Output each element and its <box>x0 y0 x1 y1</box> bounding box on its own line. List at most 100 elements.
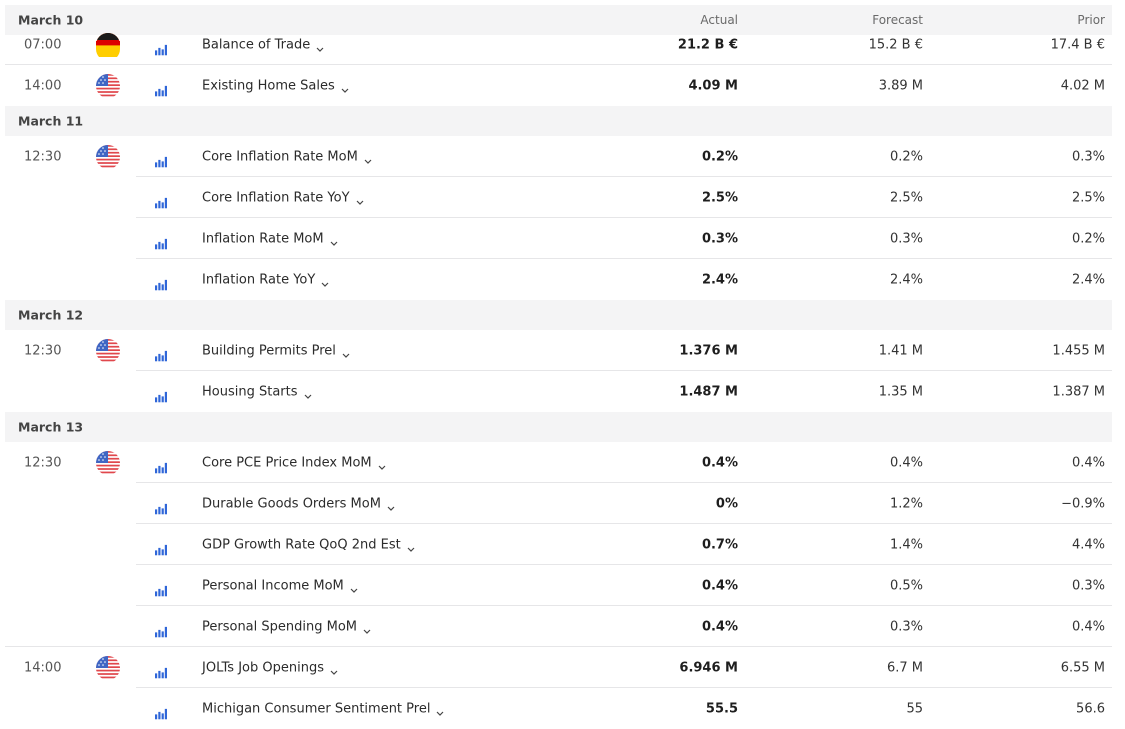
event-name-link[interactable]: Building Permits Prel <box>202 343 350 358</box>
day-header: March 11 <box>5 106 1112 136</box>
chevron-down-icon[interactable] <box>330 236 338 246</box>
event-prior: 0.4% <box>1071 619 1105 634</box>
chevron-down-icon[interactable] <box>387 501 395 511</box>
event-actual: 21.2 B € <box>677 37 738 52</box>
bar-chart-icon[interactable] <box>155 346 167 361</box>
event-row[interactable]: 12:30 Core PCE Price Index MoM 0.4% 0.4% 0.4… <box>5 442 1112 483</box>
event-forecast: 3.89 M <box>878 78 923 93</box>
day-date: March 11 <box>18 113 84 129</box>
event-time: 14:00 <box>24 78 62 93</box>
event-name: Existing Home Sales <box>202 78 335 93</box>
event-name-link[interactable]: Personal Income MoM <box>202 578 358 593</box>
event-name: Michigan Consumer Sentiment Prel <box>202 701 431 716</box>
event-name-link[interactable]: Durable Goods Orders MoM <box>202 496 395 511</box>
event-name-link[interactable]: JOLTs Job Openings <box>202 660 338 675</box>
event-name-link[interactable]: Inflation Rate MoM <box>202 231 338 246</box>
chevron-down-icon[interactable] <box>304 389 312 399</box>
event-name-link[interactable]: Personal Spending MoM <box>202 619 371 634</box>
event-forecast: 15.2 B € <box>868 37 923 52</box>
event-row[interactable]: GDP Growth Rate QoQ 2nd Est 0.7% 1.4% 4.4% <box>5 524 1112 565</box>
event-time: 12:30 <box>24 149 62 164</box>
chevron-down-icon[interactable] <box>436 706 444 716</box>
bar-chart-icon[interactable] <box>155 40 167 55</box>
germany-flag-icon <box>96 32 120 61</box>
event-forecast: 0.5% <box>889 578 923 593</box>
event-row[interactable]: Housing Starts 1.487 M 1.35 M 1.387 M <box>5 371 1112 412</box>
event-actual: 0.4% <box>701 578 738 593</box>
chevron-down-icon[interactable] <box>330 665 338 675</box>
event-prior: −0.9% <box>1061 496 1105 511</box>
event-name: GDP Growth Rate QoQ 2nd Est <box>202 537 401 552</box>
event-prior: 2.5% <box>1071 190 1105 205</box>
event-name-link[interactable]: Housing Starts <box>202 384 312 399</box>
event-actual: 4.09 M <box>688 78 738 93</box>
event-actual: 0.2% <box>701 149 738 164</box>
chevron-down-icon[interactable] <box>364 154 372 164</box>
chevron-down-icon[interactable] <box>407 542 415 552</box>
chevron-down-icon[interactable] <box>341 83 349 93</box>
chevron-down-icon[interactable] <box>316 42 324 52</box>
bar-chart-icon[interactable] <box>155 152 167 167</box>
chevron-down-icon[interactable] <box>378 460 386 470</box>
chevron-down-icon[interactable] <box>350 583 358 593</box>
usa-flag-icon <box>96 338 120 363</box>
bar-chart-icon[interactable] <box>155 663 167 678</box>
event-name: Inflation Rate YoY <box>202 272 316 287</box>
event-row[interactable]: 14:00 Existing Home Sales 4.09 M 3.89 M 4.02… <box>5 65 1112 106</box>
event-name-link[interactable]: Core PCE Price Index MoM <box>202 455 386 470</box>
event-row[interactable]: Personal Spending MoM 0.4% 0.3% 0.4% <box>5 606 1112 647</box>
event-name-link[interactable]: Balance of Trade <box>202 37 324 52</box>
event-name-link[interactable]: Michigan Consumer Sentiment Prel <box>202 701 444 716</box>
event-row[interactable]: Core Inflation Rate YoY 2.5% 2.5% 2.5% <box>5 177 1112 218</box>
bar-chart-icon[interactable] <box>155 275 167 290</box>
event-row[interactable]: Michigan Consumer Sentiment Prel 55.5 55 56… <box>5 688 1112 729</box>
bar-chart-icon[interactable] <box>155 622 167 637</box>
bar-chart-icon[interactable] <box>155 540 167 555</box>
event-actual: 0.3% <box>701 231 738 246</box>
event-prior: 4.4% <box>1071 537 1105 552</box>
event-prior: 4.02 M <box>1060 78 1105 93</box>
event-name-link[interactable]: Core Inflation Rate MoM <box>202 149 372 164</box>
bar-chart-icon[interactable] <box>155 704 167 719</box>
chevron-down-icon[interactable] <box>363 624 371 634</box>
event-name: Personal Spending MoM <box>202 619 358 634</box>
event-name-link[interactable]: GDP Growth Rate QoQ 2nd Est <box>202 537 415 552</box>
event-row[interactable]: Durable Goods Orders MoM 0% 1.2% −0.9% <box>5 483 1112 524</box>
event-name: Balance of Trade <box>202 37 311 52</box>
usa-flag-icon <box>96 450 120 475</box>
bar-chart-icon[interactable] <box>155 234 167 249</box>
bar-chart-icon[interactable] <box>155 458 167 473</box>
event-row[interactable]: Inflation Rate MoM 0.3% 0.3% 0.2% <box>5 218 1112 259</box>
event-prior: 2.4% <box>1071 272 1105 287</box>
bar-chart-icon[interactable] <box>155 387 167 402</box>
chevron-down-icon[interactable] <box>356 195 364 205</box>
event-name: Inflation Rate MoM <box>202 231 324 246</box>
event-forecast: 1.4% <box>889 537 923 552</box>
event-name: JOLTs Job Openings <box>202 660 324 675</box>
event-actual: 0% <box>715 496 738 511</box>
chevron-down-icon[interactable] <box>321 277 329 287</box>
event-time: 07:00 <box>24 37 62 52</box>
event-name-link[interactable]: Existing Home Sales <box>202 78 349 93</box>
event-forecast: 1.2% <box>889 496 923 511</box>
event-forecast: 0.4% <box>889 455 923 470</box>
event-forecast: 55 <box>906 701 923 716</box>
event-actual: 0.4% <box>701 455 738 470</box>
bar-chart-icon[interactable] <box>155 193 167 208</box>
event-name-link[interactable]: Inflation Rate YoY <box>202 272 329 287</box>
event-row[interactable]: 12:30 Building Permits Prel 1.376 M 1.41 M 1… <box>5 330 1112 371</box>
event-row[interactable]: Inflation Rate YoY 2.4% 2.4% 2.4% <box>5 259 1112 300</box>
event-row[interactable]: 14:00 JOLTs Job Openings 6.946 M 6.7 M 6.55 … <box>5 647 1112 688</box>
usa-flag-icon <box>96 144 120 169</box>
bar-chart-icon[interactable] <box>155 581 167 596</box>
event-forecast: 6.7 M <box>886 660 923 675</box>
bar-chart-icon[interactable] <box>155 81 167 96</box>
event-row[interactable]: Personal Income MoM 0.4% 0.5% 0.3% <box>5 565 1112 606</box>
event-row[interactable]: 12:30 Core Inflation Rate MoM 0.2% 0.2% 0.3% <box>5 136 1112 177</box>
chevron-down-icon[interactable] <box>342 348 350 358</box>
event-name-link[interactable]: Core Inflation Rate YoY <box>202 190 364 205</box>
event-row[interactable]: 07:00 Balance of Trade 21.2 B € 15.2 B € 17.… <box>5 24 1112 65</box>
event-prior: 0.3% <box>1071 149 1105 164</box>
event-time: 14:00 <box>24 660 62 675</box>
bar-chart-icon[interactable] <box>155 499 167 514</box>
